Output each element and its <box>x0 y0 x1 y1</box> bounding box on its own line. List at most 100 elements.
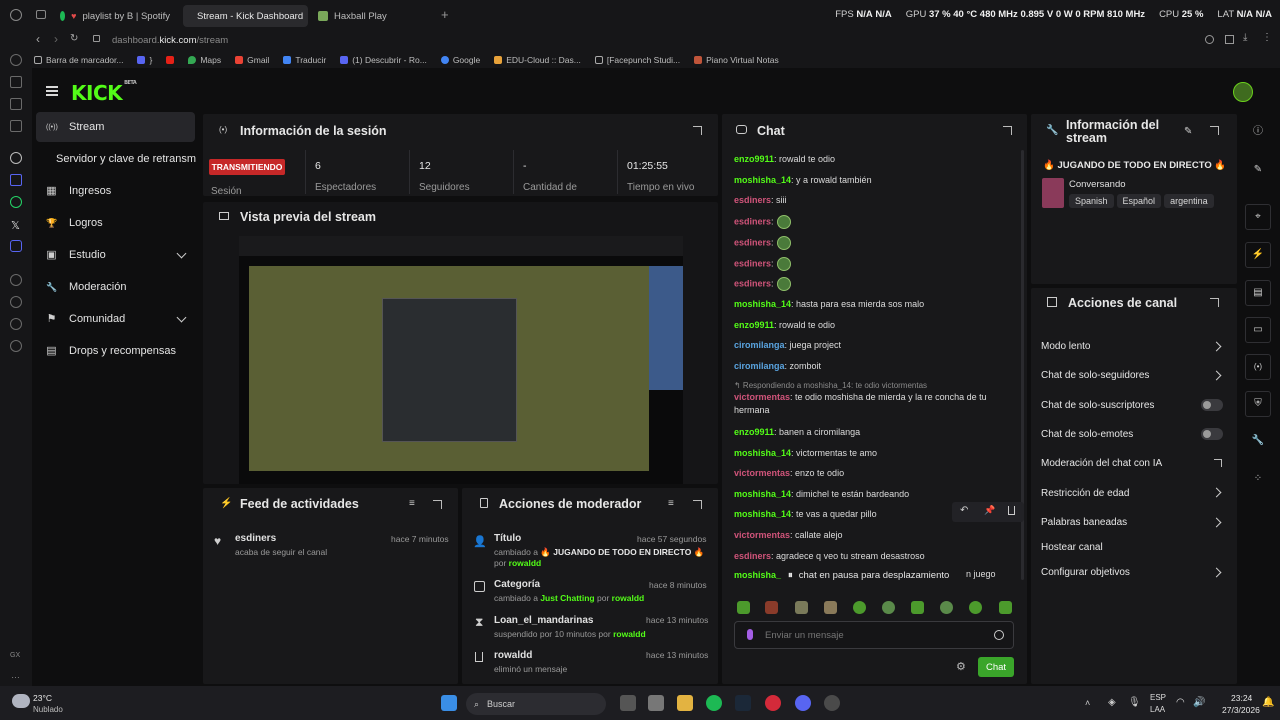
emote-icon[interactable] <box>795 601 808 614</box>
chat-username[interactable]: moshisha_14 <box>734 509 791 519</box>
emote-icon[interactable] <box>853 601 866 614</box>
popout-icon[interactable] <box>693 126 702 135</box>
nav-stream[interactable]: ((•)) Stream <box>36 112 195 142</box>
nav-estudio[interactable]: ▣ Estudio <box>36 240 195 270</box>
microphone-icon[interactable] <box>747 629 753 640</box>
document-icon[interactable]: ▤ <box>1250 285 1266 301</box>
chat-username[interactable]: esdiners <box>734 195 771 205</box>
bookmark-piano[interactable]: Piano Virtual Notas <box>694 55 779 65</box>
tab-spotify[interactable]: ♥ playlist by B | Spotify <box>52 5 178 27</box>
menu-icon[interactable] <box>46 86 58 96</box>
download-icon[interactable]: ⤓ <box>1243 32 1247 43</box>
chat-input[interactable] <box>765 626 985 644</box>
url-field[interactable]: dashboard.kick.com/stream <box>112 35 228 46</box>
chat-username[interactable]: moshisha_14 <box>734 175 791 185</box>
chat-username[interactable]: esdiners <box>734 258 771 268</box>
edit-icon[interactable]: ✎ <box>1184 126 1192 137</box>
spotify-icon[interactable] <box>706 695 722 711</box>
nav-ingresos[interactable]: ▦ Ingresos <box>36 176 195 206</box>
reload-icon[interactable]: ↻ <box>70 33 78 44</box>
emote-icon[interactable] <box>911 601 924 614</box>
chat-username[interactable]: esdiners <box>734 279 771 289</box>
chat-username[interactable]: victormentas <box>734 530 790 540</box>
popout-icon[interactable] <box>1210 126 1219 135</box>
apps-icon[interactable]: ⁘ <box>1250 471 1266 487</box>
pin-icon[interactable]: 📌 <box>984 505 995 516</box>
extensions-icon[interactable]: ⋮ <box>1262 32 1272 43</box>
clock-icon[interactable] <box>10 296 22 308</box>
popout-icon[interactable] <box>433 500 442 509</box>
bookmarks-icon[interactable] <box>10 76 22 88</box>
chat-bubble-icon[interactable]: ▭ <box>1250 322 1266 338</box>
emote-icon[interactable] <box>765 601 778 614</box>
chat-username[interactable]: enzo9911 <box>734 320 774 330</box>
bookmark-discover[interactable]: (1) Descubrir - Ro... <box>340 55 427 65</box>
reply-icon[interactable]: ↶ <box>960 505 968 516</box>
task-view-icon[interactable] <box>620 695 636 711</box>
chat-username[interactable]: moshisha_14 <box>734 299 791 309</box>
tab-haxball[interactable]: Haxball Play <box>310 5 430 27</box>
notes-icon[interactable] <box>10 120 22 132</box>
broadcast-icon[interactable]: (•) <box>1250 359 1266 375</box>
chat-username[interactable]: enzo9911 <box>734 154 774 164</box>
chat-paused-banner[interactable]: ⏸ chat en pausa para desplazamiento <box>782 566 966 584</box>
bookmark-google[interactable]: Google <box>440 55 480 65</box>
taskbar-search[interactable]: ⌕ Buscar <box>466 693 606 715</box>
nav-server-key[interactable]: Servidor y clave de retransm <box>36 144 206 174</box>
bookmark-facepunch[interactable]: [Facepunch Studi... <box>594 55 680 65</box>
delete-icon[interactable] <box>1008 506 1015 515</box>
emote-icon[interactable] <box>737 601 750 614</box>
nav-moderacion[interactable]: 🔧 Moderación <box>36 272 195 302</box>
discord-icon[interactable] <box>10 174 22 186</box>
info-icon[interactable]: ⓘ <box>1250 124 1266 140</box>
emote-icon[interactable] <box>969 601 982 614</box>
chat-username[interactable]: ciromilanga <box>734 361 785 371</box>
back-icon[interactable]: ‹ <box>36 32 40 46</box>
cloud-icon[interactable] <box>10 318 22 330</box>
chat-username[interactable]: ciromilanga <box>734 340 785 350</box>
chat-username[interactable]: moshisha_14 <box>734 489 791 499</box>
notifications-icon[interactable]: 🔔 <box>1262 697 1274 708</box>
user-avatar[interactable] <box>1233 82 1253 102</box>
language-code[interactable]: ESP <box>1150 693 1166 702</box>
opera-gx-icon[interactable] <box>765 695 781 711</box>
kick-logo[interactable]: KICK BETA <box>71 80 137 105</box>
player-icon[interactable] <box>10 274 22 286</box>
chat-settings-icon[interactable]: ⚙ <box>956 660 966 673</box>
steam-icon[interactable] <box>735 695 751 711</box>
bookmark-maps[interactable]: Maps <box>188 55 221 65</box>
pencil-icon[interactable]: ✎ <box>1250 162 1266 178</box>
send-chat-button[interactable]: Chat <box>978 657 1014 677</box>
tab-kick-dashboard[interactable]: Stream - Kick Dashboard <box>183 5 308 27</box>
volume-icon[interactable]: 🔊 <box>1193 697 1205 708</box>
settings-icon[interactable] <box>10 340 22 352</box>
chat-username[interactable]: moshisha_14 <box>734 448 791 458</box>
chat-username[interactable]: victormentas <box>734 468 790 478</box>
filter-icon[interactable]: ≡ <box>668 498 674 509</box>
windows-start-icon[interactable] <box>441 695 457 711</box>
wifi-icon[interactable]: ◠ <box>1176 697 1185 708</box>
more-icon[interactable]: … <box>11 670 20 680</box>
tray-app-icon[interactable]: ◈ <box>1108 697 1116 708</box>
chat-username[interactable]: esdiners <box>734 237 771 247</box>
gx-icon[interactable]: GX <box>10 652 20 659</box>
filter-icon[interactable]: ≡ <box>409 498 415 509</box>
chat-username[interactable]: moshisha_ <box>734 570 781 580</box>
emotes-only-toggle[interactable] <box>1201 428 1223 440</box>
chat-username[interactable]: esdiners <box>734 216 771 226</box>
discord-app-icon[interactable] <box>10 240 22 252</box>
emote-icon[interactable] <box>999 601 1012 614</box>
chat-username[interactable]: victormentas <box>734 392 790 402</box>
file-explorer-icon[interactable] <box>677 695 693 711</box>
app-icon[interactable] <box>648 695 664 711</box>
chatgpt-icon[interactable] <box>10 152 22 164</box>
chat-username[interactable]: enzo9911 <box>734 427 774 437</box>
bolt-icon[interactable]: ⚡ <box>1250 247 1266 263</box>
workspaces-icon[interactable] <box>36 10 46 19</box>
history-icon[interactable] <box>10 98 22 110</box>
bookmark-educloud[interactable]: EDU-Cloud :: Das... <box>494 55 581 65</box>
emoji-icon[interactable] <box>994 630 1004 640</box>
nav-comunidad[interactable]: ⚑ Comunidad <box>36 304 195 334</box>
discord-icon[interactable] <box>795 695 811 711</box>
x-twitter-icon[interactable]: 𝕏 <box>11 219 20 232</box>
